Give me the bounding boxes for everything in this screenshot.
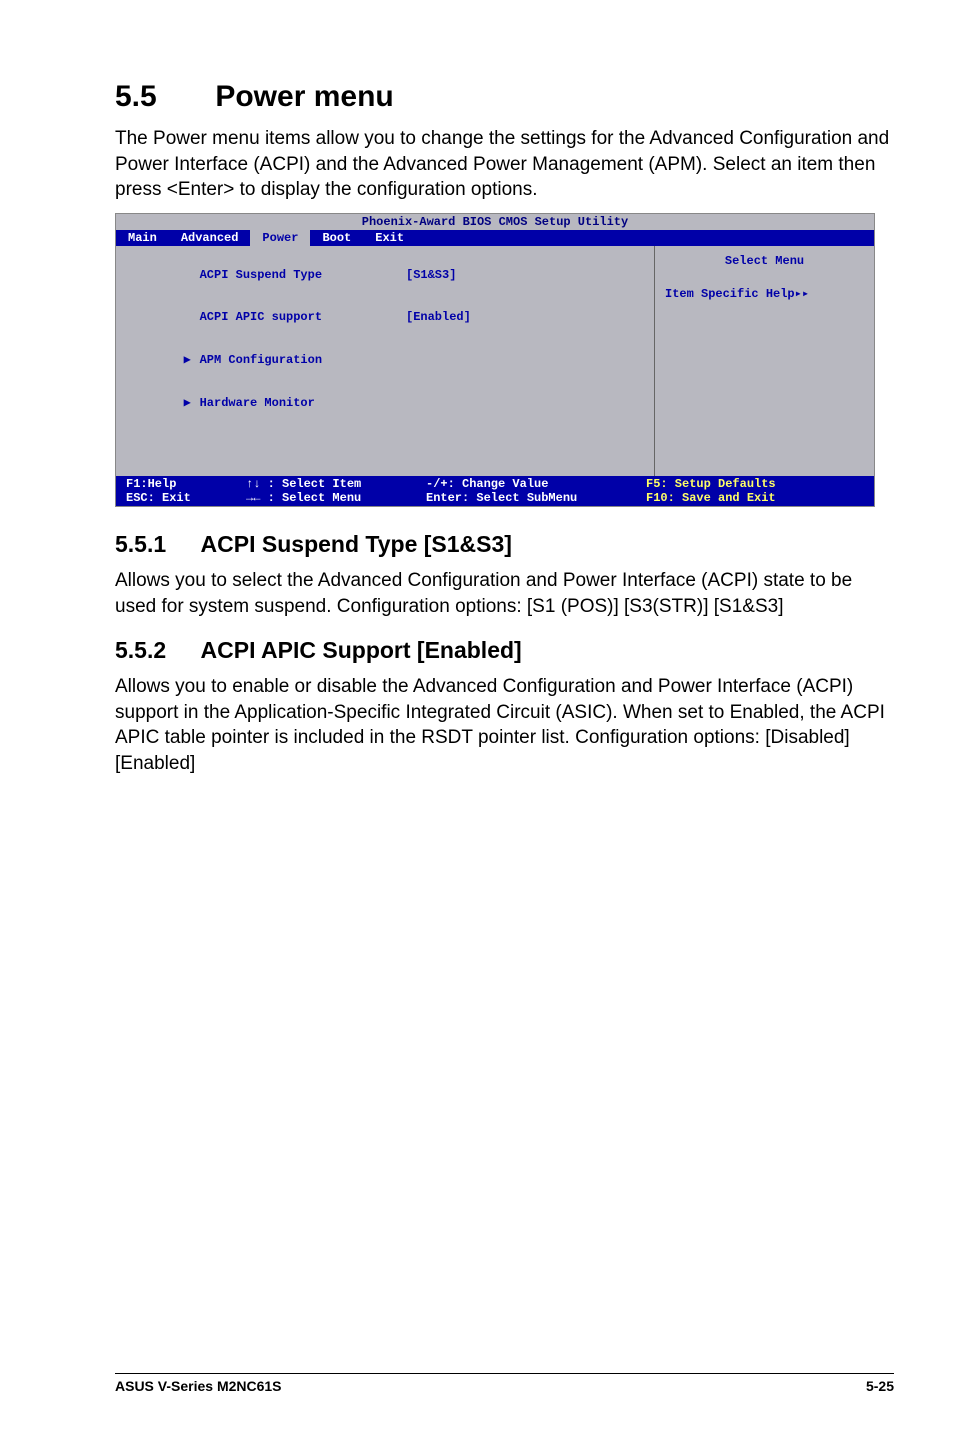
subsection-title: ACPI Suspend Type [S1&S3]: [201, 531, 512, 557]
bios-menu-list: ACPI Suspend Type [S1&S3] ACPI APIC suppo…: [116, 246, 654, 476]
bios-key-select-menu: →← : Select Menu: [246, 491, 426, 505]
submenu-pointer-icon: ▶: [184, 395, 200, 410]
footer-page-number: 5-25: [866, 1378, 894, 1394]
bios-screenshot: Phoenix-Award BIOS CMOS Setup Utility Ma…: [115, 213, 875, 507]
bios-item-label: ACPI APIC support: [200, 310, 322, 324]
bios-item[interactable]: ▶Hardware Monitor: [126, 381, 644, 424]
bios-body: ACPI Suspend Type [S1&S3] ACPI APIC suppo…: [116, 246, 874, 476]
bios-tab-main[interactable]: Main: [116, 230, 169, 246]
subsection-heading: 5.5.1 ACPI Suspend Type [S1&S3]: [115, 531, 894, 558]
bios-key-select-submenu: Enter: Select SubMenu: [426, 491, 646, 505]
bios-tab-bar: Main Advanced Power Boot Exit: [116, 230, 874, 246]
bios-item[interactable]: ACPI Suspend Type [S1&S3]: [126, 254, 644, 296]
subsection-body: Allows you to enable or disable the Adva…: [115, 674, 894, 777]
subsection-body: Allows you to select the Advanced Config…: [115, 568, 894, 619]
subsection-number: 5.5.2: [115, 637, 195, 664]
page-footer: ASUS V-Series M2NC61S 5-25: [115, 1373, 894, 1394]
bios-key-help: F1:Help: [126, 477, 246, 491]
bios-help-title: Select Menu: [665, 254, 864, 268]
bios-key-save-exit: F10: Save and Exit: [646, 491, 874, 505]
bios-tab-exit[interactable]: Exit: [363, 230, 416, 246]
bios-key-select-item: ↑↓ : Select Item: [246, 477, 426, 491]
bios-item-label: ACPI Suspend Type: [200, 268, 322, 282]
bios-item-value: [Enabled]: [406, 310, 471, 324]
submenu-pointer-icon: ▶: [184, 352, 200, 367]
bios-tab-power[interactable]: Power: [250, 230, 310, 246]
subsection-number: 5.5.1: [115, 531, 195, 558]
bios-item[interactable]: ▶APM Configuration: [126, 338, 644, 381]
section-heading: 5.5 Power menu: [115, 80, 894, 114]
section-intro: The Power menu items allow you to change…: [115, 126, 894, 203]
bios-tab-boot[interactable]: Boot: [310, 230, 363, 246]
bios-key-exit: ESC: Exit: [126, 491, 246, 505]
bios-item-value: [S1&S3]: [406, 268, 456, 282]
submenu-pointer-icon: [184, 310, 200, 324]
bios-item-label: Hardware Monitor: [200, 396, 315, 410]
bios-key-change-value: -/+: Change Value: [426, 477, 646, 491]
section-number: 5.5: [115, 80, 207, 114]
subsection-title: ACPI APIC Support [Enabled]: [201, 637, 522, 663]
section-title: Power menu: [215, 80, 393, 113]
bios-item-label: APM Configuration: [200, 353, 322, 367]
footer-product-name: ASUS V-Series M2NC61S: [115, 1378, 282, 1394]
bios-help-text: Item Specific Help▸▸: [665, 286, 864, 301]
submenu-pointer-icon: [184, 268, 200, 282]
bios-footer-bar: F1:Help ESC: Exit ↑↓ : Select Item →← : …: [116, 476, 874, 506]
bios-key-setup-defaults: F5: Setup Defaults: [646, 477, 874, 491]
bios-item[interactable]: ACPI APIC support [Enabled]: [126, 296, 644, 338]
bios-title-bar: Phoenix-Award BIOS CMOS Setup Utility: [116, 214, 874, 230]
bios-tab-advanced[interactable]: Advanced: [169, 230, 251, 246]
subsection-heading: 5.5.2 ACPI APIC Support [Enabled]: [115, 637, 894, 664]
bios-help-panel: Select Menu Item Specific Help▸▸: [654, 246, 874, 476]
